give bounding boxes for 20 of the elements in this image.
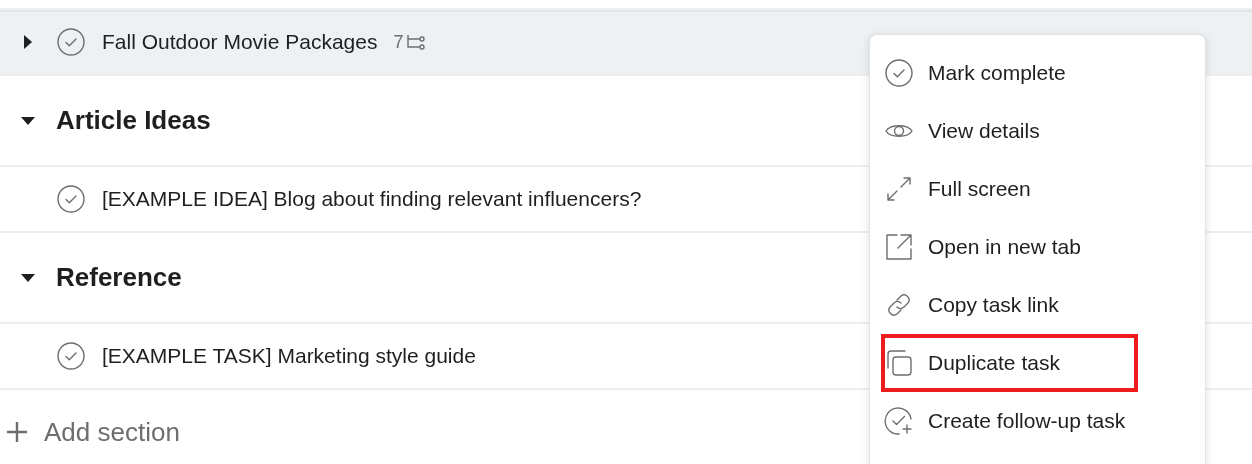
- task-title[interactable]: [EXAMPLE IDEA] Blog about finding relevant influencers?: [102, 187, 642, 211]
- add-section-button[interactable]: Add section: [0, 390, 180, 464]
- complete-check-icon[interactable]: [56, 27, 86, 57]
- duplicate-icon: [884, 348, 914, 378]
- complete-check-icon[interactable]: [56, 184, 86, 214]
- plus-icon: [6, 421, 28, 443]
- menu-item[interactable]: Duplicate task: [881, 334, 1138, 392]
- section-title[interactable]: Article Ideas: [56, 105, 211, 136]
- subtask-icon: [406, 33, 427, 51]
- subtask-count: 7: [393, 31, 404, 53]
- complete-check-icon[interactable]: [56, 341, 86, 371]
- check-circle-icon[interactable]: [884, 58, 914, 88]
- external-link-icon: [884, 232, 914, 262]
- task-title[interactable]: [EXAMPLE TASK] Marketing style guide: [102, 344, 476, 368]
- section-title[interactable]: Reference: [56, 262, 182, 293]
- task-title[interactable]: Fall Outdoor Movie Packages: [102, 30, 378, 54]
- menu-item[interactable]: View details: [870, 102, 1205, 160]
- check-plus-icon: [884, 406, 914, 436]
- expand-icon: [884, 174, 914, 204]
- menu-item[interactable]: Create follow-up task: [870, 392, 1205, 450]
